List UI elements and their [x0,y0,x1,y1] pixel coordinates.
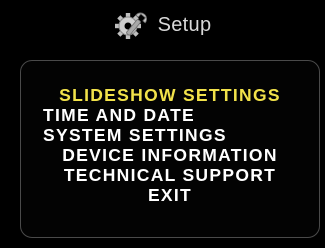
header-title-group: Setup [114,8,212,42]
menu-item-technical-support[interactable]: TECHNICAL SUPPORT [21,165,319,185]
setup-menu-panel: SLIDESHOW SETTINGS TIME AND DATE SYSTEM … [20,60,320,238]
menu-item-time-and-date[interactable]: TIME AND DATE [21,105,319,125]
header-bar: Setup [0,0,325,50]
gear-wrench-icon [114,12,147,39]
menu-item-exit[interactable]: EXIT [21,185,319,205]
setup-screen: Setup SLIDESHOW SETTINGS TIME AND DATE S… [0,0,325,248]
page-title: Setup [157,13,212,36]
menu-item-device-information[interactable]: DEVICE INFORMATION [21,145,319,165]
menu-item-slideshow-settings[interactable]: SLIDESHOW SETTINGS [21,85,319,105]
setup-menu-list: SLIDESHOW SETTINGS TIME AND DATE SYSTEM … [21,85,319,205]
menu-item-system-settings[interactable]: SYSTEM SETTINGS [21,125,319,145]
